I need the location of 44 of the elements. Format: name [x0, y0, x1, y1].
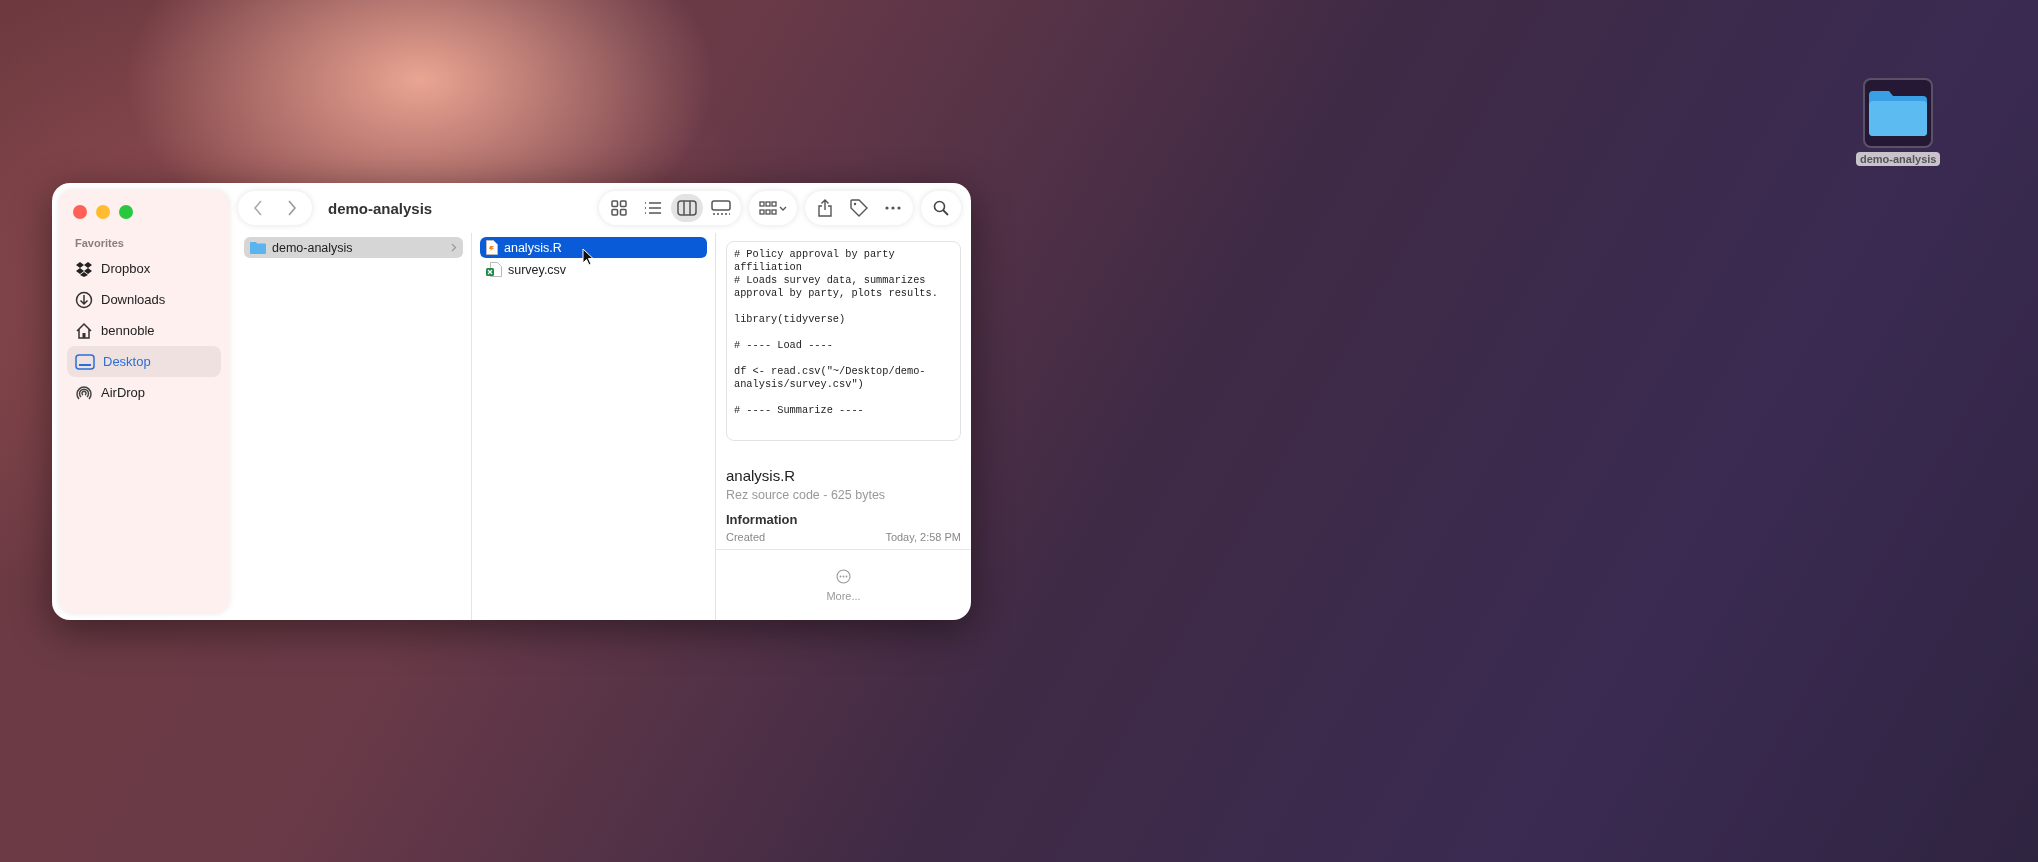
file-description: Rez source code - 625 bytes: [726, 488, 886, 502]
airdrop-icon: [75, 383, 93, 402]
dropbox-icon: [75, 260, 93, 277]
file-name: analysis.R: [726, 467, 796, 484]
close-button[interactable]: [73, 205, 87, 219]
zoom-button[interactable]: [119, 205, 133, 219]
file-row[interactable]: demo-analysis: [244, 237, 463, 258]
ellipsis-icon: [885, 206, 901, 210]
house-icon: [75, 321, 93, 340]
columns-icon: [677, 200, 697, 216]
code-preview: # Policy approval by party affiliation # Loads survey data, summarizes approval by party, plots results. library(tidyverse) # ---- Load ---- df <- read.csv("~/Desktop/demo-analysis/survey.csv") # ---- Summarize ----: [726, 241, 961, 441]
info-label: Created: [726, 531, 766, 543]
ellipsis-circle-icon: [836, 568, 851, 584]
sidebar-heading: Favorites: [74, 237, 125, 251]
sidebar-item[interactable]: AirDrop: [67, 377, 221, 408]
folder-icon: [250, 241, 266, 254]
sidebar-item[interactable]: Dropbox: [67, 253, 221, 284]
search-icon: [933, 200, 949, 216]
download-icon: [75, 290, 93, 309]
mouse-pointer-icon: [582, 248, 594, 266]
desktop-folder-label: demo-analysis: [1856, 152, 1941, 166]
view-mode-button[interactable]: [671, 194, 703, 222]
sidebar-item[interactable]: bennoble: [67, 315, 221, 346]
window-title: demo-analysis: [328, 199, 434, 217]
document-icon: [486, 240, 498, 255]
info-heading: Information: [726, 512, 798, 527]
info-value: Today, 2:58 PM: [885, 531, 961, 543]
grouping-icon: [759, 201, 787, 215]
list-icon: [644, 201, 662, 215]
file-row[interactable]: survey.csv: [480, 259, 707, 280]
desktop-folder[interactable]: [1863, 78, 1934, 148]
chevron-right-icon: [287, 200, 297, 216]
gallery-icon: [711, 200, 731, 216]
file-row[interactable]: analysis.R: [480, 237, 707, 258]
folder-icon: [1869, 90, 1928, 136]
desktop-icon: [75, 353, 95, 370]
tag-icon: [850, 199, 868, 217]
sidebar-item[interactable]: Desktop: [67, 346, 221, 377]
share-icon: [818, 199, 832, 217]
chevron-right-icon: [451, 243, 457, 252]
sidebar-item[interactable]: Downloads: [67, 284, 221, 315]
chevron-left-icon: [253, 200, 263, 216]
spreadsheet-icon: [486, 262, 502, 277]
grid-icon: [611, 200, 627, 216]
